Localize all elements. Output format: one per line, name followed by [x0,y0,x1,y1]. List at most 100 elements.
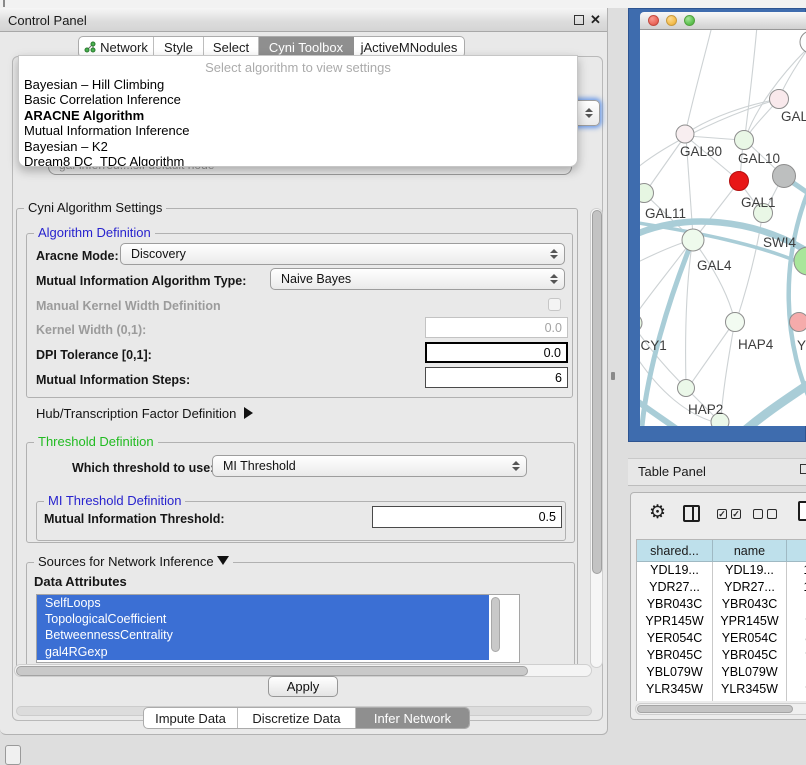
node-salmon[interactable] [790,313,806,332]
sources-group-title[interactable]: Sources for Network Inference [34,555,233,569]
attribute-list-item[interactable]: SelfLoops [37,595,489,611]
network-view-titlebar[interactable] [640,12,806,30]
table-row[interactable]: YIL052CYIL052C9 [637,698,806,701]
network-edge[interactable] [690,99,779,131]
dropdown-item[interactable]: Bayesian – K2 [19,139,577,154]
dropdown-item[interactable]: Dream8 DC_TDC Algorithm [19,154,577,167]
mi-type-combo[interactable]: Naive Bayes [270,268,565,290]
table-row[interactable]: YBL079WYBL079W [637,664,806,681]
table-hscrollbar-thumb[interactable] [637,705,793,713]
float-window-icon[interactable] [574,15,584,25]
dropdown-item[interactable]: ARACNE Algorithm [19,108,577,123]
apply-button[interactable]: Apply [268,676,338,697]
network-edge[interactable] [696,184,737,237]
table-row[interactable]: YLR345WYLR345W9. [637,681,806,698]
mi-steps-input[interactable] [425,367,568,388]
network-edge[interactable] [686,244,692,384]
attribute-list-item[interactable]: gal4RGexp [37,644,489,660]
table-row[interactable]: YDR27...YDR27...12 [637,579,806,596]
network-edge-highlighted[interactable] [732,382,806,426]
table-row[interactable]: YPR145WYPR145W9. [637,613,806,630]
network-edge[interactable] [640,241,688,265]
tab-infer-network[interactable]: Infer Network [356,708,469,728]
tab-jactivemnodules[interactable]: jActiveMNodules [354,37,464,57]
column-header[interactable]: shared... [637,540,713,562]
gear-icon[interactable]: ⚙ [649,503,666,522]
columns-icon[interactable] [683,505,700,522]
zoom-traffic-light-icon[interactable] [684,15,695,26]
column-header[interactable]: name [713,540,787,562]
table-row[interactable]: YBR043CYBR043C [637,596,806,613]
checked-checkbox-icon[interactable]: ✓ [717,509,727,519]
tab-network[interactable]: Network [79,37,154,57]
data-attributes-list[interactable]: SelfLoopsTopologicalCoefficientBetweenne… [36,594,520,663]
palette-icon[interactable] [5,745,21,765]
tab-select[interactable]: Select [204,37,259,57]
dropdown-item[interactable]: Bayesian – Hill Climbing [19,77,577,92]
top-edge-fragment [3,0,5,7]
network-edge[interactable] [745,30,757,136]
node-label: GAL10 [738,151,780,166]
table-row[interactable]: YBR045CYBR045C9. [637,647,806,664]
network-edge-highlighted[interactable] [642,244,691,426]
network-edge[interactable] [696,244,734,318]
node-gal1[interactable] [730,172,749,191]
node-green-right[interactable] [794,247,806,275]
table-cell: YIL052C [637,698,713,701]
close-traffic-light-icon[interactable] [648,15,659,26]
unchecked-checkbox-icon[interactable] [753,509,763,519]
tab-style[interactable]: Style [154,37,204,57]
network-canvas[interactable]: GAL7GAL80GAL10GAL1SWI4GAL11GAL4GCY1HAP4Y… [640,30,806,426]
dropdown-items: Bayesian – Hill ClimbingBasic Correlatio… [19,77,577,167]
tab-cyni-toolbox[interactable]: Cyni Toolbox [259,37,354,57]
table-cell: YBL079W [637,664,713,681]
tab-impute-data[interactable]: Impute Data [144,708,238,728]
node-label: GCY1 [640,338,667,353]
minimize-traffic-light-icon[interactable] [666,15,677,26]
manual-kernel-checkbox[interactable] [548,298,561,311]
node-gal4[interactable] [682,229,704,251]
network-edge[interactable] [688,136,741,140]
unchecked-checkbox-icon[interactable] [767,509,777,519]
page-icon[interactable] [798,501,806,521]
close-icon[interactable]: ✕ [590,12,601,28]
dropdown-item[interactable]: Mutual Information Inference [19,123,577,138]
tab-discretize-data[interactable]: Discretize Data [238,708,356,728]
node-gcy1[interactable] [640,314,642,332]
table-cell: 9 [787,698,806,701]
table-row[interactable]: YER054CYER054C8. [637,630,806,647]
hub-section-toggle[interactable]: Hub/Transcription Factor Definition [36,406,253,421]
mi-threshold-input[interactable] [372,506,562,528]
node-gal10[interactable] [735,131,754,150]
settings-vscrollbar-thumb[interactable] [592,210,602,574]
node-table[interactable]: shared...nameYDL19...YDL19...13YDR27...Y… [636,539,806,701]
aracne-mode-combo[interactable]: Discovery [120,243,565,265]
attribute-list-vscroll-thumb[interactable] [491,597,500,652]
network-edge[interactable] [686,30,712,130]
node-gray[interactable] [773,165,796,188]
network-edge[interactable] [640,243,690,320]
node-gal80[interactable] [676,125,694,143]
split-pane-handle[interactable] [611,372,615,380]
attribute-list-item[interactable]: BetweennessCentrality [37,627,489,643]
settings-hscrollbar-thumb[interactable] [16,666,528,676]
table-cell: YDL19... [637,562,713,579]
checked-checkbox-icon[interactable]: ✓ [731,509,741,519]
node-gal7[interactable] [770,90,789,109]
kernel-width-input[interactable] [425,317,568,338]
table-hscrollbar-track[interactable] [635,703,806,715]
dropdown-item[interactable]: Basic Correlation Inference [19,92,577,107]
attribute-list-item[interactable]: TopologicalCoefficient [37,611,489,627]
which-threshold-combo[interactable]: MI Threshold [212,455,527,477]
column-header[interactable] [787,540,806,562]
node-partial-top[interactable] [800,31,806,53]
mi-threshold-group-title: MI Threshold Definition [44,494,185,508]
table-cell: YPR145W [637,613,713,630]
network-edge-highlighted[interactable] [789,178,806,412]
dpi-tolerance-input[interactable] [425,342,568,363]
table-panel-float-icon[interactable] [800,464,806,474]
node-hap4[interactable] [726,313,745,332]
network-edge[interactable] [780,45,806,96]
table-row[interactable]: YDL19...YDL19...13 [637,562,806,579]
node-hap2[interactable] [678,380,695,397]
